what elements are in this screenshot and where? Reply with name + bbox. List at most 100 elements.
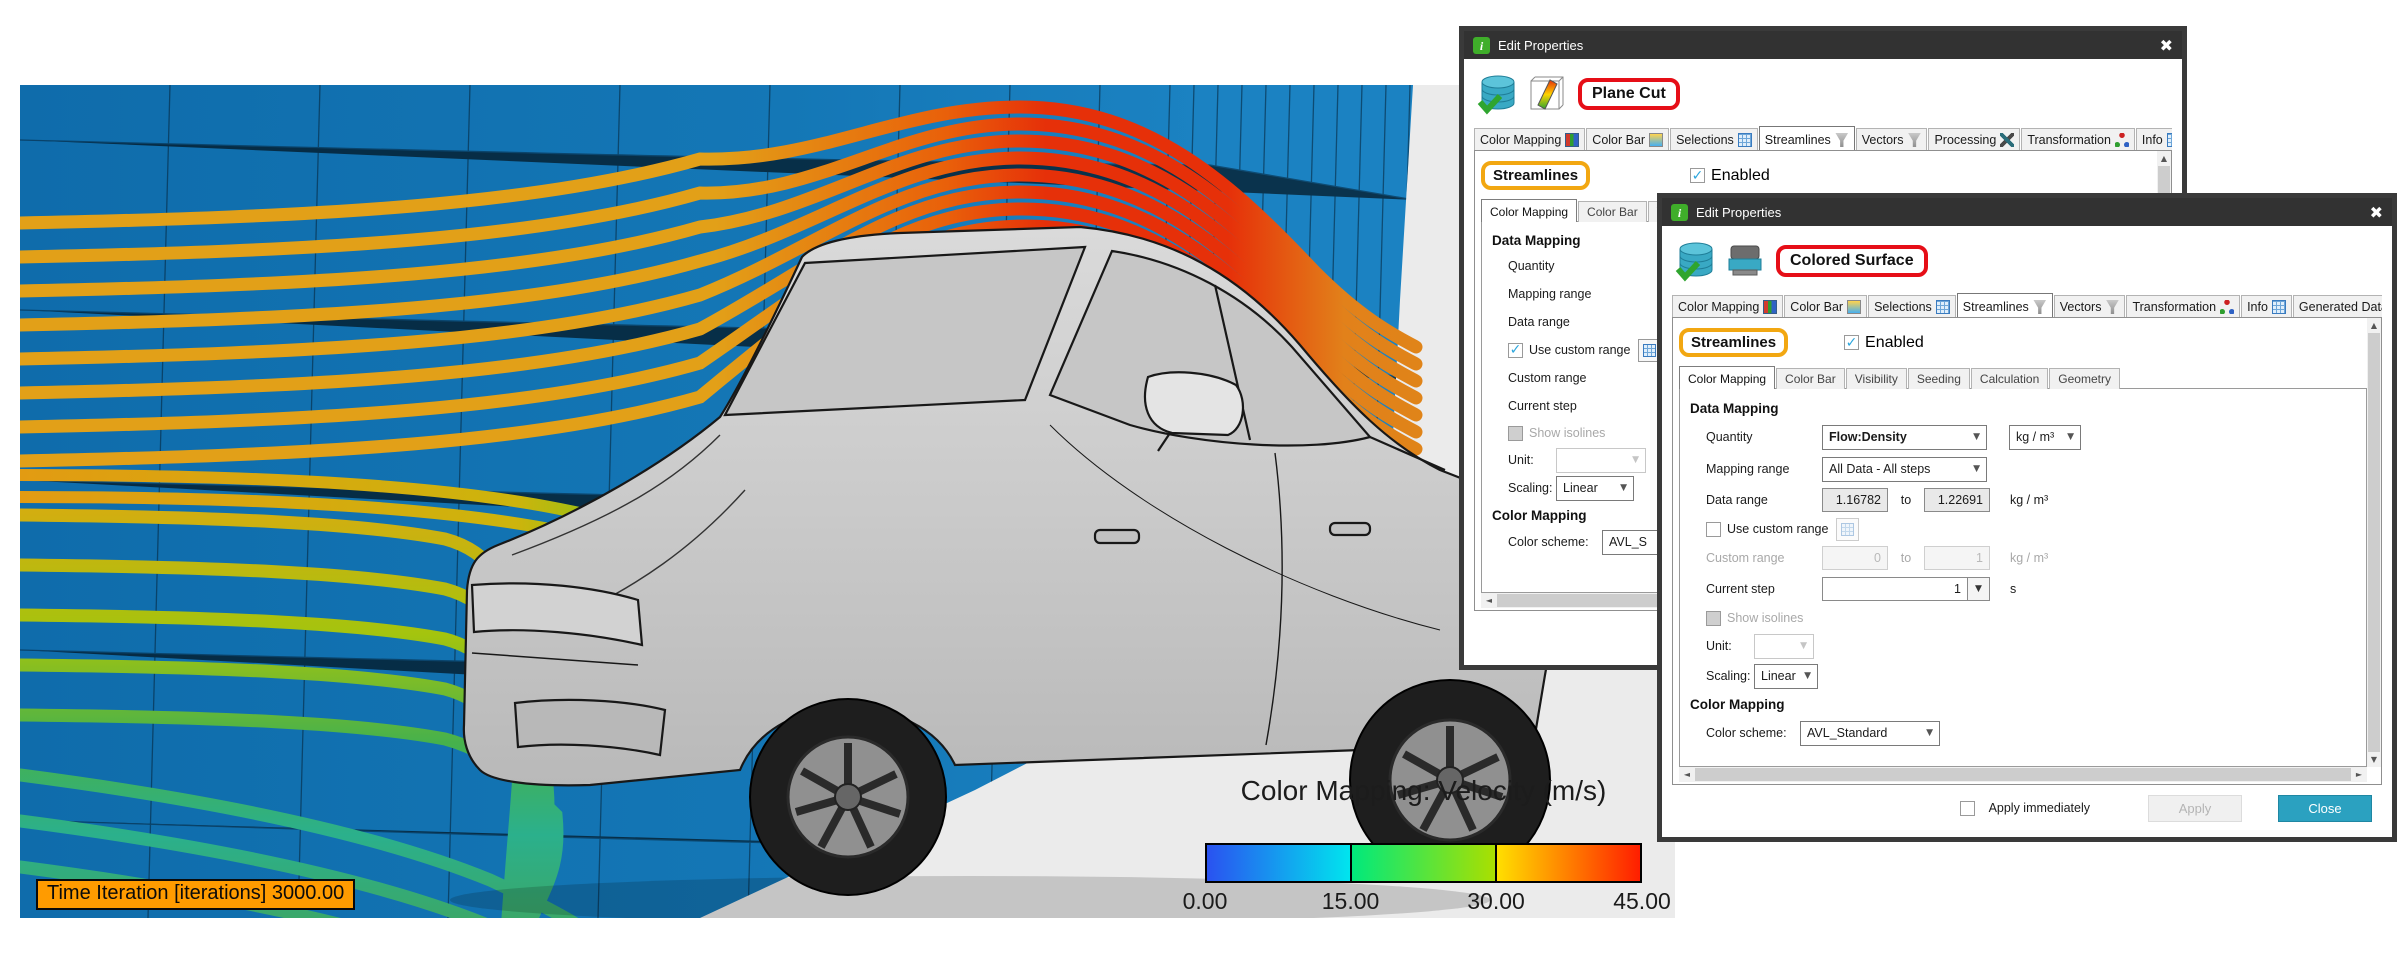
scroll-right-icon[interactable]: ►	[2351, 770, 2367, 779]
dropdown-arrow-icon: ▼	[2061, 432, 2074, 442]
scroll-down-icon[interactable]: ▼	[2371, 752, 2377, 767]
apply-immediately-checkbox[interactable]	[1960, 801, 1975, 816]
tab-info[interactable]: Info	[2241, 295, 2292, 318]
subtab-seeding[interactable]: Seeding	[1908, 368, 1970, 389]
tab-selections[interactable]: Selections	[1868, 295, 1956, 318]
scrollbar-thumb[interactable]	[2368, 333, 2380, 752]
current-step-dropdown-icon[interactable]: ▼	[1968, 577, 1990, 601]
scaling-dropdown[interactable]: Linear▼	[1556, 476, 1634, 501]
legend-gradient-bar	[1205, 843, 1642, 883]
car-door-handle	[1095, 530, 1139, 543]
color-bar-tab-icon	[1649, 133, 1663, 147]
scrollbar-thumb[interactable]	[1695, 768, 2351, 781]
horizontal-scrollbar[interactable]: ◄ ►	[1679, 767, 2367, 782]
dialog-title: Edit Properties	[1696, 205, 1781, 220]
range-to-label: to	[1888, 493, 1924, 507]
dropdown-arrow-icon: ▼	[1920, 728, 1933, 738]
subtab-geometry[interactable]: Geometry	[2049, 368, 2120, 389]
custom-range-to-input: 1	[1924, 546, 1990, 570]
dataset-icon	[1674, 240, 1718, 282]
subtab-color-mapping[interactable]: Color Mapping	[1481, 199, 1577, 222]
vertical-scrollbar[interactable]: ▲ ▼	[2367, 318, 2381, 767]
close-icon[interactable]: ✖	[2370, 203, 2383, 222]
main-tab-bar: Color Mapping Color Bar Selections Strea…	[1672, 292, 2382, 318]
scroll-left-icon[interactable]: ◄	[1481, 596, 1497, 605]
time-iteration-badge: Time Iteration [iterations] 3000.00	[36, 879, 355, 910]
object-name-highlight: Colored Surface	[1776, 245, 1928, 277]
tab-streamlines[interactable]: Streamlines	[1759, 126, 1855, 151]
car-front-wheel	[750, 699, 946, 895]
scroll-up-icon[interactable]: ▲	[2371, 318, 2377, 333]
tab-vectors[interactable]: Vectors	[1856, 128, 1928, 151]
dialog-title-bar[interactable]: i Edit Properties ✖	[1662, 198, 2392, 226]
tab-transformation[interactable]: Transformation	[2126, 295, 2240, 318]
vectors-tab-icon	[1907, 133, 1921, 147]
scroll-up-icon[interactable]: ▲	[2161, 151, 2167, 166]
unit-dropdown: ▼	[1754, 634, 1814, 659]
dialog-footer: Apply immediately Apply Close	[1672, 785, 2382, 831]
subtab-color-mapping[interactable]: Color Mapping	[1679, 366, 1775, 389]
use-custom-range-checkbox[interactable]	[1508, 343, 1523, 358]
scaling-dropdown[interactable]: Linear▼	[1754, 664, 1818, 689]
custom-range-tool-icon	[1841, 523, 1854, 536]
dropdown-arrow-icon: ▼	[1967, 464, 1980, 474]
apply-button[interactable]: Apply	[2148, 795, 2242, 822]
application-window: Time Iteration [iterations] 3000.00 Colo…	[0, 0, 2408, 953]
unit-dropdown: ▼	[1556, 448, 1646, 473]
selections-tab-icon	[1738, 133, 1752, 147]
use-custom-range-label: Use custom range	[1727, 522, 1828, 536]
dropdown-arrow-icon: ▼	[1798, 671, 1811, 681]
data-range-label: Data range	[1690, 493, 1822, 507]
data-range-unit: kg / m³	[2010, 493, 2048, 507]
info-tab-icon	[2167, 133, 2172, 147]
dataset-icon	[1476, 73, 1520, 115]
quantity-unit-dropdown[interactable]: kg / m³▼	[2009, 425, 2081, 450]
show-isolines-checkbox	[1508, 426, 1523, 441]
vectors-tab-icon	[2105, 300, 2119, 314]
quantity-label: Quantity	[1492, 259, 1624, 273]
color-mapping-tab-icon	[1763, 300, 1777, 314]
unit-label: Unit:	[1492, 453, 1556, 467]
subtab-color-bar[interactable]: Color Bar	[1578, 201, 1647, 222]
current-step-input[interactable]: 1	[1822, 577, 1968, 601]
show-isolines-checkbox	[1706, 611, 1721, 626]
use-custom-range-checkbox[interactable]	[1706, 522, 1721, 537]
scroll-left-icon[interactable]: ◄	[1679, 770, 1695, 779]
mapping-range-dropdown[interactable]: All Data - All steps▼	[1822, 457, 1987, 482]
show-isolines-label: Show isolines	[1529, 426, 1605, 440]
dropdown-arrow-icon: ▼	[1794, 641, 1807, 651]
tab-color-mapping[interactable]: Color Mapping	[1474, 128, 1585, 151]
use-custom-range-label: Use custom range	[1529, 343, 1630, 357]
data-range-to-input: 1.22691	[1924, 488, 1990, 512]
tab-color-mapping[interactable]: Color Mapping	[1672, 295, 1783, 318]
close-button[interactable]: Close	[2278, 795, 2372, 822]
dialog-title-bar[interactable]: i Edit Properties ✖	[1464, 31, 2182, 59]
section-data-mapping: Data Mapping	[1690, 395, 2366, 421]
subtab-color-bar[interactable]: Color Bar	[1776, 368, 1845, 389]
tab-vectors[interactable]: Vectors	[2054, 295, 2126, 318]
tab-color-bar[interactable]: Color Bar	[1784, 295, 1867, 318]
tab-selections[interactable]: Selections	[1670, 128, 1758, 151]
tab-generated-data[interactable]: Generated Data	[2293, 295, 2382, 318]
tab-streamlines[interactable]: Streamlines	[1957, 293, 2053, 318]
show-isolines-label: Show isolines	[1727, 611, 1803, 625]
tab-color-bar[interactable]: Color Bar	[1586, 128, 1669, 151]
close-icon[interactable]: ✖	[2160, 36, 2173, 55]
subtab-visibility[interactable]: Visibility	[1846, 368, 1907, 389]
apply-immediately-label: Apply immediately	[1989, 801, 2090, 815]
tab-processing[interactable]: Processing	[1928, 128, 2020, 151]
tab-info[interactable]: Info	[2136, 128, 2172, 151]
custom-range-tool-button	[1836, 518, 1859, 541]
subtab-calculation[interactable]: Calculation	[1971, 368, 2048, 389]
color-scheme-dropdown[interactable]: AVL_Standard▼	[1800, 721, 1940, 746]
transformation-tab-icon	[2115, 133, 2129, 147]
app-icon: i	[1671, 204, 1688, 221]
legend-tick: 30.00	[1467, 888, 1525, 915]
object-name-highlight: Plane Cut	[1578, 78, 1680, 110]
data-range-label: Data range	[1492, 315, 1624, 329]
tab-transformation[interactable]: Transformation	[2021, 128, 2135, 151]
panel-label-highlight: Streamlines	[1679, 328, 1788, 357]
enabled-checkbox[interactable]	[1690, 168, 1705, 183]
enabled-checkbox[interactable]	[1844, 335, 1859, 350]
quantity-dropdown[interactable]: Flow:Density▼	[1822, 425, 1987, 450]
